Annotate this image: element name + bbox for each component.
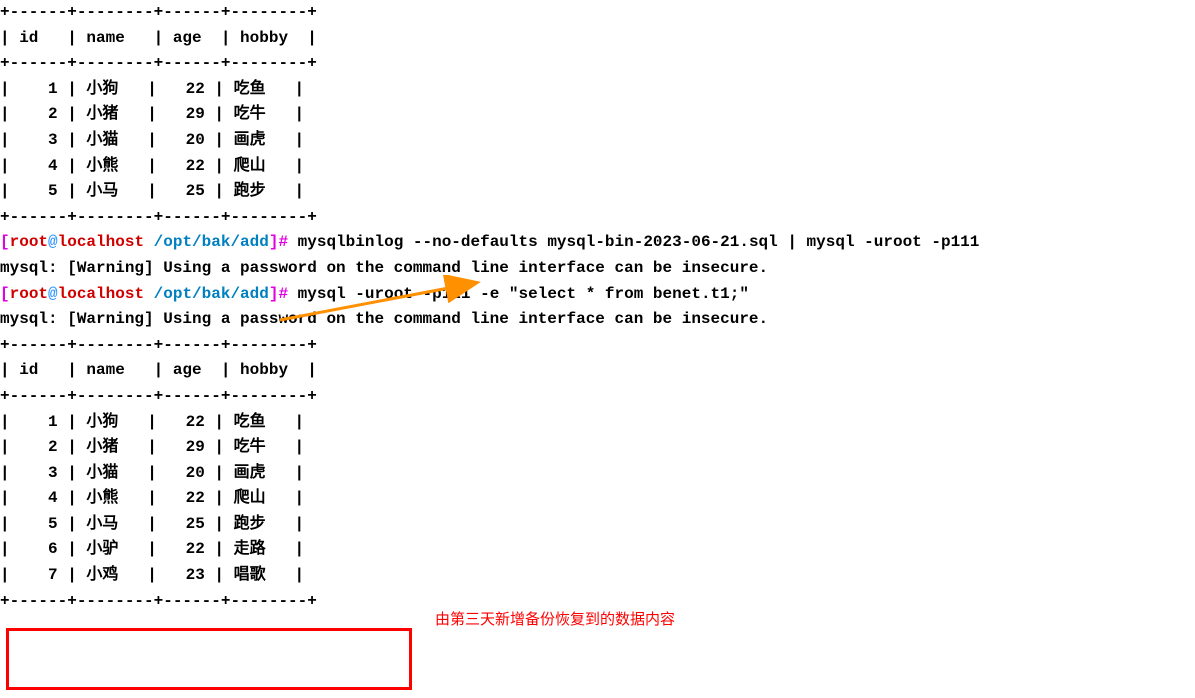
bracket-open: [ bbox=[0, 233, 10, 251]
prompt-host: localhost bbox=[58, 285, 154, 303]
shell-prompt[interactable]: [root@localhost /opt/bak/add]# mysql -ur… bbox=[0, 285, 749, 303]
prompt-host: localhost bbox=[58, 233, 154, 251]
table-row: | 3 | 小猫 | 20 | 画虎 | bbox=[0, 131, 304, 149]
table-row: | 6 | 小驴 | 22 | 走路 | bbox=[0, 540, 304, 558]
table-border: +------+--------+------+--------+ bbox=[0, 208, 317, 226]
terminal-output[interactable]: +------+--------+------+--------+ | id |… bbox=[0, 0, 1195, 614]
table-row: | 4 | 小熊 | 22 | 爬山 | bbox=[0, 489, 304, 507]
prompt-at: @ bbox=[48, 285, 58, 303]
bracket-open: [ bbox=[0, 285, 10, 303]
annotation-text: 由第三天新增备份恢复到的数据内容 bbox=[435, 608, 675, 632]
prompt-hash: # bbox=[278, 233, 297, 251]
table-row: | 7 | 小鸡 | 23 | 唱歌 | bbox=[0, 566, 304, 584]
command-text: mysql -uroot -p111 -e "select * from ben… bbox=[298, 285, 749, 303]
prompt-user: root bbox=[10, 233, 48, 251]
table-border: +------+--------+------+--------+ bbox=[0, 592, 317, 610]
prompt-at: @ bbox=[48, 233, 58, 251]
table-row: | 1 | 小狗 | 22 | 吃鱼 | bbox=[0, 413, 304, 431]
table-border: +------+--------+------+--------+ bbox=[0, 336, 317, 354]
table-row: | 4 | 小熊 | 22 | 爬山 | bbox=[0, 157, 304, 175]
table-border: +------+--------+------+--------+ bbox=[0, 3, 317, 21]
table-header: | id | name | age | hobby | bbox=[0, 361, 317, 379]
warning-line: mysql: [Warning] Using a password on the… bbox=[0, 259, 768, 277]
prompt-path: /opt/bak/add bbox=[154, 233, 269, 251]
table-row: | 2 | 小猪 | 29 | 吃牛 | bbox=[0, 105, 304, 123]
table-row: | 5 | 小马 | 25 | 跑步 | bbox=[0, 182, 304, 200]
table-border: +------+--------+------+--------+ bbox=[0, 387, 317, 405]
table-row: | 2 | 小猪 | 29 | 吃牛 | bbox=[0, 438, 304, 456]
prompt-user: root bbox=[10, 285, 48, 303]
prompt-path: /opt/bak/add bbox=[154, 285, 269, 303]
table-row: | 1 | 小狗 | 22 | 吃鱼 | bbox=[0, 80, 304, 98]
warning-line: mysql: [Warning] Using a password on the… bbox=[0, 310, 768, 328]
table-row: | 3 | 小猫 | 20 | 画虎 | bbox=[0, 464, 304, 482]
prompt-hash: # bbox=[278, 285, 297, 303]
table-border: +------+--------+------+--------+ bbox=[0, 54, 317, 72]
command-text: mysqlbinlog --no-defaults mysql-bin-2023… bbox=[298, 233, 980, 251]
table-row: | 5 | 小马 | 25 | 跑步 | bbox=[0, 515, 304, 533]
table-header: | id | name | age | hobby | bbox=[0, 29, 317, 47]
shell-prompt[interactable]: [root@localhost /opt/bak/add]# mysqlbinl… bbox=[0, 233, 979, 251]
highlight-box bbox=[6, 628, 412, 690]
